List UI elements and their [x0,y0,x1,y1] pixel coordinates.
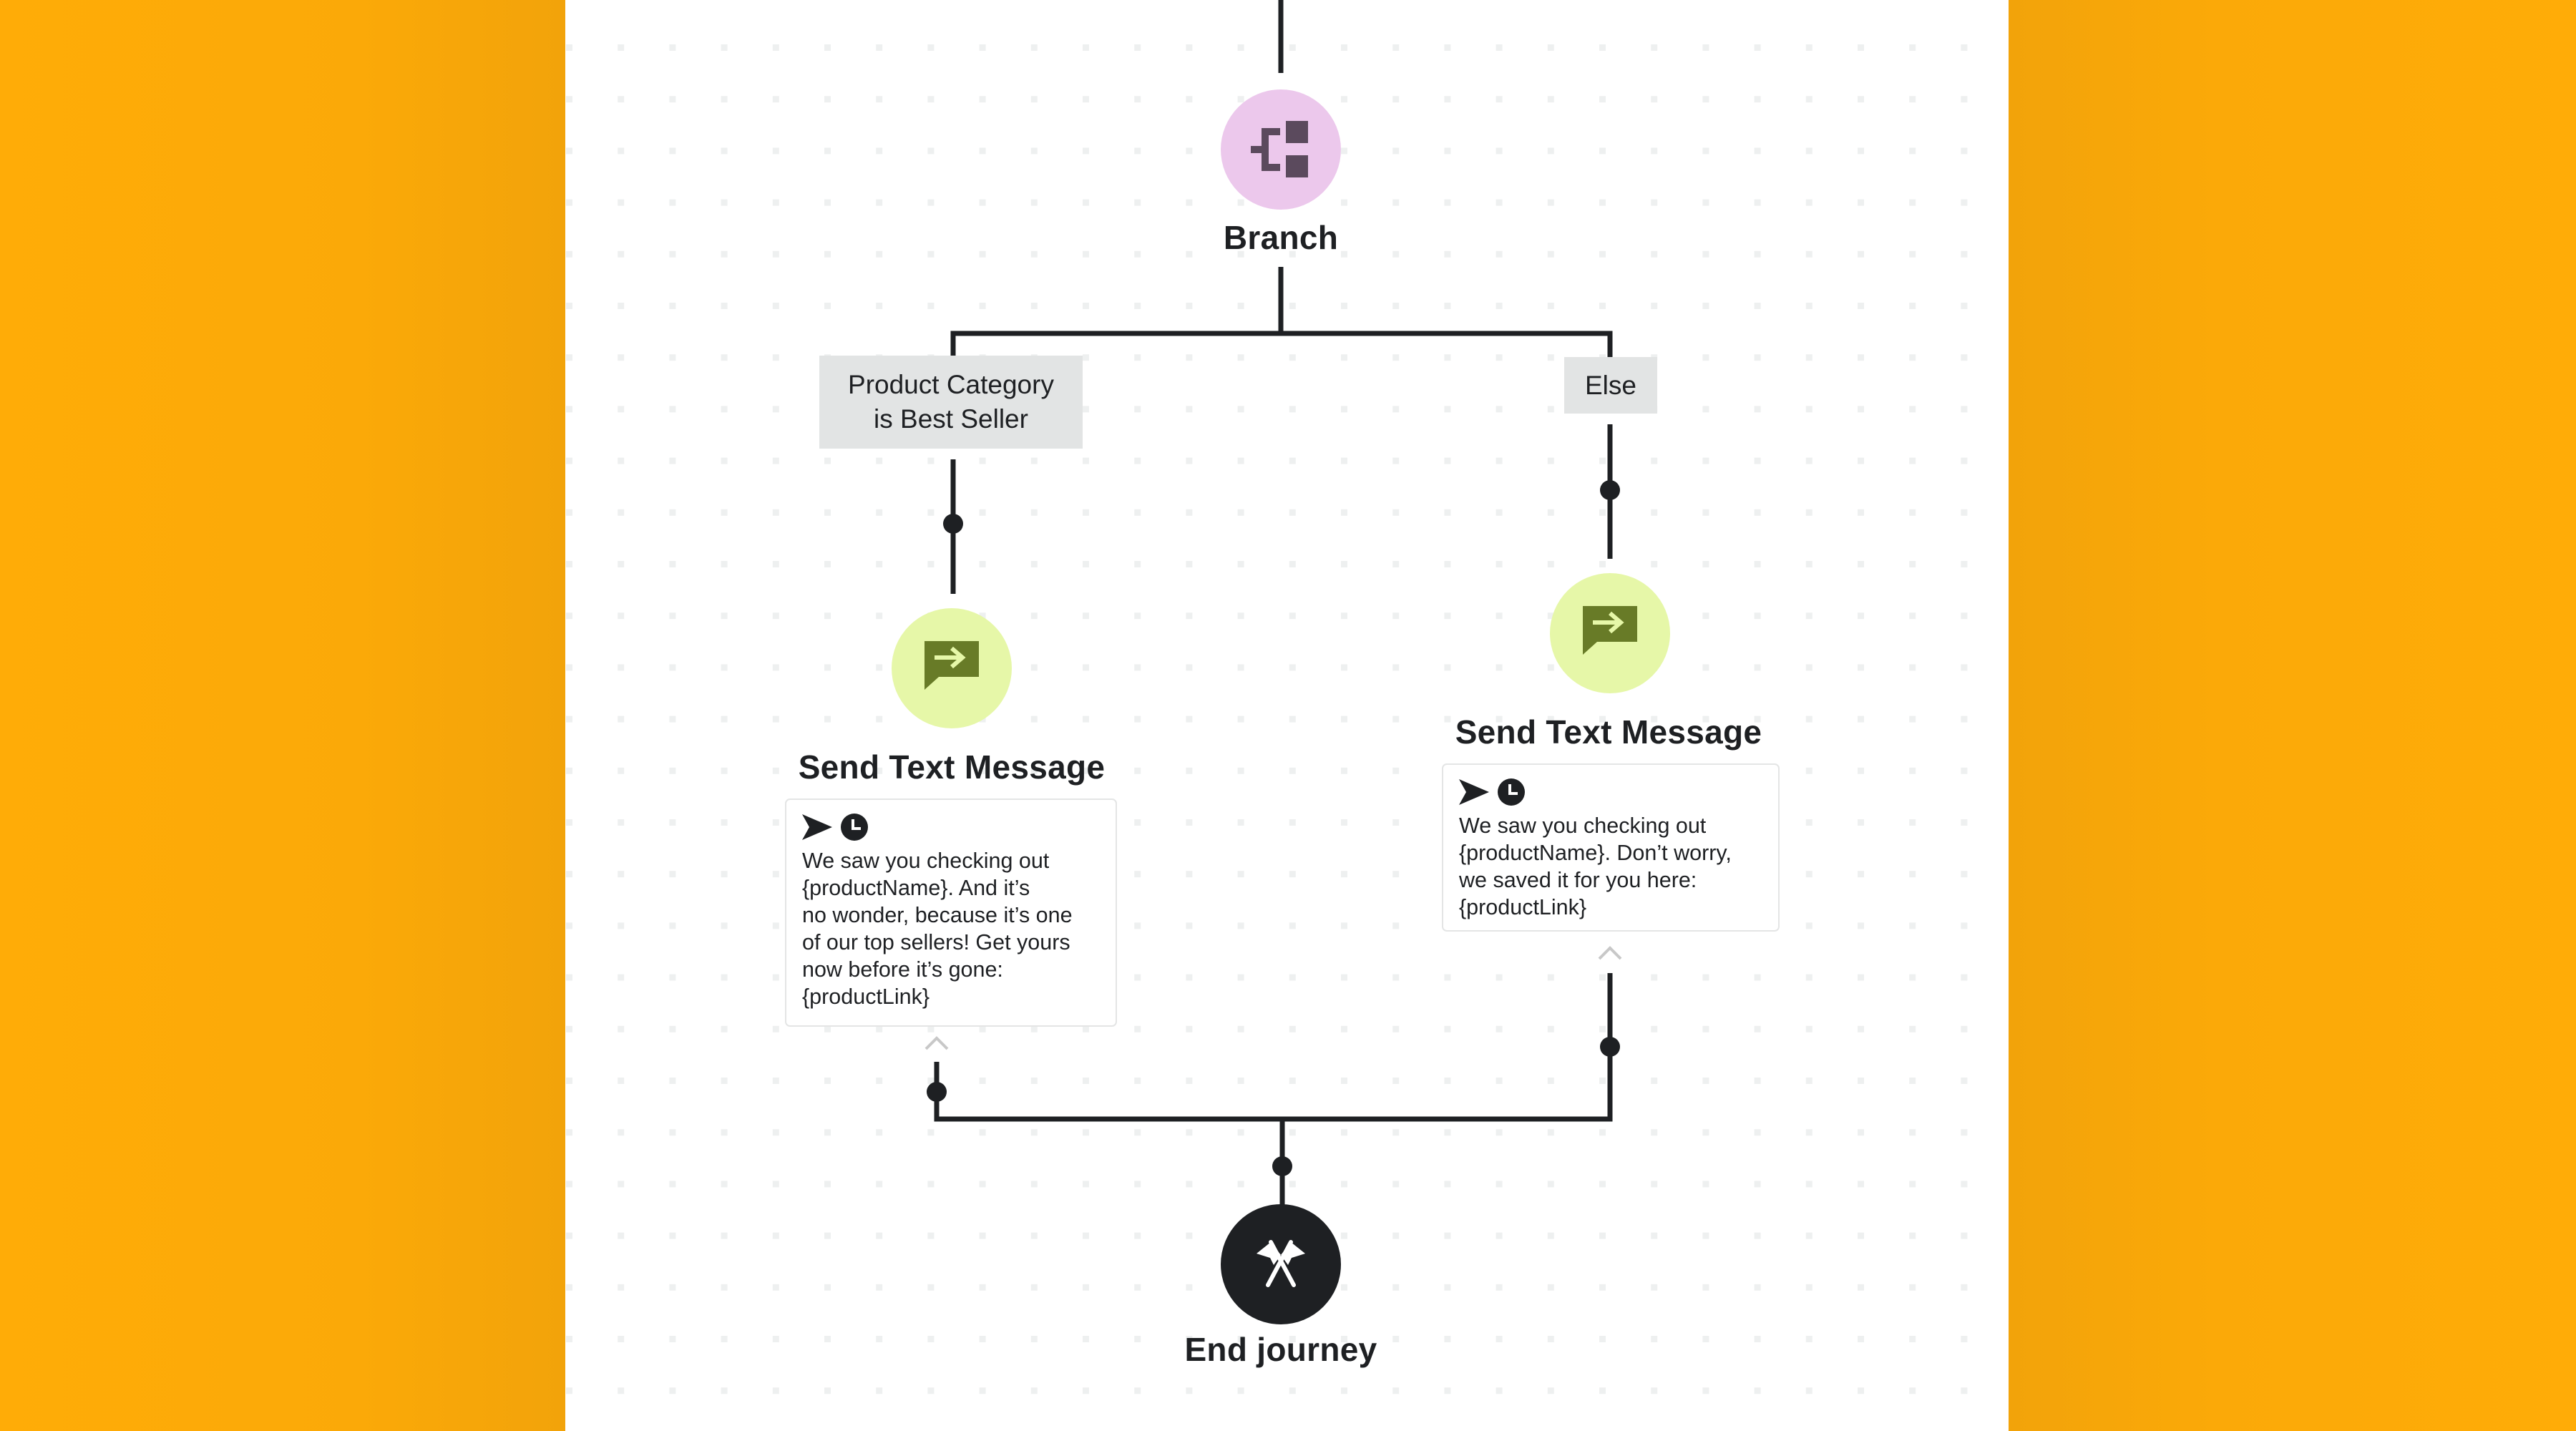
branch-node-title: Branch [1223,219,1339,256]
message-preview-card[interactable]: We saw you checking out {productName}. D… [1442,763,1780,932]
clock-icon [841,814,868,841]
send-icon [1459,779,1489,805]
branch-icon [1251,121,1308,177]
message-text: We saw you checking out {productName}. D… [1459,814,1732,919]
send-message-icon [1583,606,1637,655]
send-text-message-title: Send Text Message [798,748,1106,786]
end-journey-title: End journey [1184,1331,1377,1368]
branch-node[interactable] [1221,89,1341,210]
condition-label-else[interactable]: Else [1564,357,1657,414]
clock-icon [1498,778,1525,806]
send-text-message-node[interactable] [892,608,1012,728]
condition-label-best-seller[interactable]: Product Category is Best Seller [819,356,1083,449]
send-icon [802,814,832,840]
message-text: We saw you checking out {productName}. A… [802,849,1073,1009]
crossed-flags-icon [1257,1240,1305,1287]
send-text-message-node[interactable] [1550,573,1670,693]
end-journey-node[interactable] [1221,1204,1341,1324]
send-message-icon [924,641,979,690]
message-preview-card[interactable]: We saw you checking out {productName}. A… [785,798,1117,1027]
send-text-message-title: Send Text Message [1455,713,1762,751]
